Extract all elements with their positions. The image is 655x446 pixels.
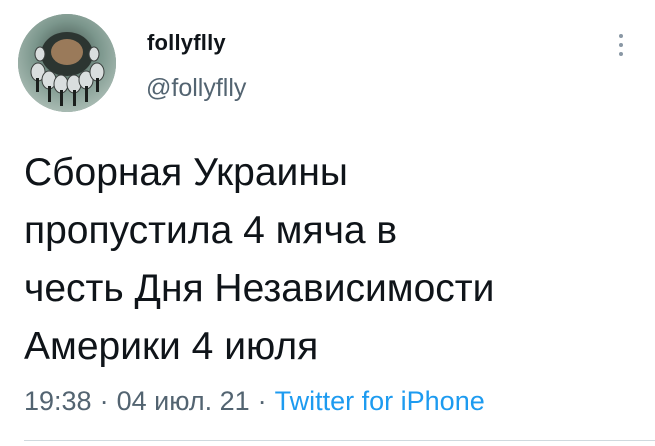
tweet-time[interactable]: 19:38: [24, 386, 92, 416]
tweet-metadata: 19:38 · 04 июл. 21 · Twitter for iPhone: [24, 386, 485, 417]
meta-separator: ·: [99, 386, 109, 416]
divider: [24, 440, 655, 441]
meta-separator: ·: [257, 386, 267, 416]
more-vertical-icon[interactable]: [614, 34, 628, 68]
tweet-text: Сборная Украины пропустила 4 мяча в чест…: [24, 151, 495, 368]
tweet-source-link[interactable]: Twitter for iPhone: [275, 386, 485, 416]
avatar[interactable]: [18, 14, 116, 112]
avatar-image: [18, 14, 116, 112]
tweet-date[interactable]: 04 июл. 21: [117, 386, 250, 416]
display-name[interactable]: follyflly: [147, 30, 226, 56]
user-handle[interactable]: @follyflly: [146, 74, 246, 103]
